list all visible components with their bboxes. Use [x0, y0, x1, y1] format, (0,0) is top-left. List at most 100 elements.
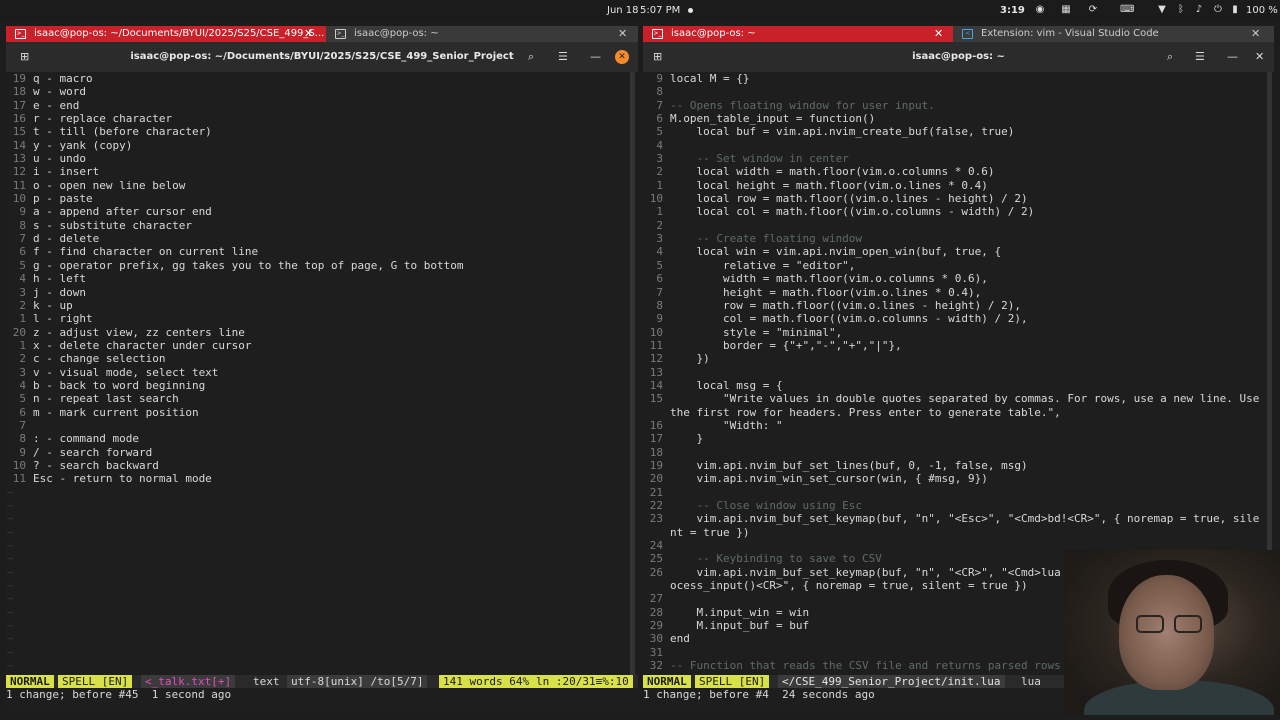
window-title: isaac@pop-os: ~	[912, 51, 1005, 62]
keyboard-icon[interactable]: ⌨	[1120, 4, 1134, 16]
code-line[interactable]: 12 i - insert	[6, 165, 638, 178]
code-line[interactable]: 4 local win = vim.api.nvim_open_win(buf,…	[643, 245, 1274, 258]
sync-icon[interactable]: ⟳	[1087, 4, 1099, 16]
code-line[interactable]: 3 -- Set window in center	[643, 152, 1274, 165]
code-line[interactable]: 7 d - delete	[6, 232, 638, 245]
code-line[interactable]: 9 a - append after cursor end	[6, 205, 638, 218]
code-line[interactable]: 13 u - undo	[6, 152, 638, 165]
code-line[interactable]: 15 t - till (before character)	[6, 125, 638, 138]
record-icon[interactable]: ◉	[1034, 4, 1046, 16]
code-line[interactable]: 2 c - change selection	[6, 352, 638, 365]
code-line[interactable]: 7 -- Opens floating window for user input…	[643, 99, 1274, 112]
code-line[interactable]: 20 z - adjust view, zz centers line	[6, 326, 638, 339]
line-number: 17	[649, 432, 663, 446]
code-line[interactable]: 6 M.open_table_input = function()	[643, 112, 1274, 125]
menu-icon[interactable]: ☰	[558, 50, 568, 63]
tab-senior-project[interactable]: >_ isaac@pop-os: ~/Documents/BYUI/2025/S…	[6, 26, 326, 42]
code-line[interactable]: 8 s - substitute character	[6, 219, 638, 232]
code-line[interactable]: 18 w - word	[6, 85, 638, 98]
close-window-icon[interactable]: ✕	[1255, 50, 1264, 63]
editor-buffer[interactable]: 19 q - macro 18 w - word 17 e - end 16 r - repl…	[6, 72, 638, 672]
code-line[interactable]: 8: - command mode	[6, 432, 638, 445]
code-line[interactable]: 17 }	[643, 432, 1274, 445]
code-line[interactable]: 1 x - delete character under cursor	[6, 339, 638, 352]
code-line[interactable]: 3 -- Create floating window	[643, 232, 1274, 245]
empty-line-marker: ~	[6, 606, 638, 619]
minimize-icon[interactable]: —	[1227, 50, 1238, 63]
line-number: 7	[19, 418, 26, 432]
code-line[interactable]: 2 local width = math.floor(vim.o.columns…	[643, 165, 1274, 178]
code-line[interactable]: 9 col = math.floor((vim.o.columns - widt…	[643, 312, 1274, 325]
code-line[interactable]: 7	[6, 419, 638, 432]
code-line[interactable]: 17 e - end	[6, 99, 638, 112]
code-line[interactable]: 19 q - macro	[6, 72, 638, 85]
code-line[interactable]: 13	[643, 366, 1274, 379]
code-line[interactable]: 5 g - operator prefix, gg takes you to th…	[6, 259, 638, 272]
code-line[interactable]: 7 height = math.floor(vim.o.lines * 0.4)…	[643, 286, 1274, 299]
code-line[interactable]: 10 p - paste	[6, 192, 638, 205]
code-line[interactable]: 12 })	[643, 352, 1274, 365]
code-line[interactable]: 3 v - visual mode, select text	[6, 366, 638, 379]
code-line[interactable]: 11 Esc - return to normal mode	[6, 472, 638, 485]
code-line[interactable]: 10 style = "minimal",	[643, 326, 1274, 339]
code-line[interactable]: 10 local row = math.floor((vim.o.lines -…	[643, 192, 1274, 205]
tilde-marker: ~	[7, 539, 14, 553]
code-line[interactable]: 4 h - left	[6, 272, 638, 285]
code-line[interactable]: 1 local col = math.floor((vim.o.columns …	[643, 205, 1274, 218]
power-icon[interactable]: ⏻	[1212, 4, 1224, 16]
code-line[interactable]: 11 o - open new line below	[6, 179, 638, 192]
display-icon[interactable]: ▦	[1060, 4, 1072, 16]
code-line[interactable]: 20 vim.api.nvim_win_set_cursor(win, { #m…	[643, 472, 1274, 485]
wifi-icon[interactable]: ▼	[1156, 4, 1168, 16]
battery-icon[interactable]: ▮	[1229, 4, 1241, 16]
close-icon[interactable]: ✕	[1251, 26, 1260, 42]
code-line[interactable]: 4	[643, 139, 1274, 152]
code-line[interactable]: 16 "Width: "	[643, 419, 1274, 432]
code-line[interactable]: 5 relative = "editor",	[643, 259, 1274, 272]
code-line[interactable]: 19 vim.api.nvim_buf_set_lines(buf, 0, -1…	[643, 459, 1274, 472]
code-line[interactable]: 10 ? - search backward	[6, 459, 638, 472]
code-line[interactable]: 5 local buf = vim.api.nvim_create_buf(fa…	[643, 125, 1274, 138]
code-line[interactable]: 6 f - find character on current line	[6, 245, 638, 258]
code-line[interactable]: 6 m - mark current position	[6, 406, 638, 419]
code-line[interactable]: 2	[643, 219, 1274, 232]
tab-home[interactable]: >_ isaac@pop-os: ~ ✕	[643, 26, 953, 42]
code-line[interactable]: 2 k - up	[6, 299, 638, 312]
code-line[interactable]: 21	[643, 486, 1274, 499]
code-line[interactable]: nt = true })	[643, 526, 1274, 539]
close-icon[interactable]: ✕	[618, 26, 627, 42]
scrollbar[interactable]	[630, 72, 635, 676]
close-window-icon[interactable]: ✕	[615, 50, 629, 64]
code-line[interactable]: 22 -- Close window using Esc	[643, 499, 1274, 512]
code-line[interactable]: 23 vim.api.nvim_buf_set_keymap(buf, "n",…	[643, 512, 1274, 525]
close-icon[interactable]: ✕	[934, 26, 943, 42]
code-line[interactable]: the first row for headers. Press enter t…	[643, 406, 1274, 419]
tab-vscode-vim[interactable]: ≺ Extension: vim - Visual Studio Code ✕	[953, 26, 1274, 42]
code-line[interactable]: 18	[643, 446, 1274, 459]
code-line[interactable]: 11 border = {"+","-","+","|"},	[643, 339, 1274, 352]
code-line[interactable]: 8 row = math.floor((vim.o.lines - height…	[643, 299, 1274, 312]
code-line[interactable]: 3 j - down	[6, 286, 638, 299]
code-line[interactable]: 1 local height = math.floor(vim.o.lines …	[643, 179, 1274, 192]
code-line[interactable]: 5 n - repeat last search	[6, 392, 638, 405]
search-icon[interactable]: ⌕	[528, 50, 534, 64]
code-line[interactable]: 1 l - right	[6, 312, 638, 325]
minimize-icon[interactable]: —	[590, 50, 601, 63]
code-line[interactable]: 6 width = math.floor(vim.o.columns * 0.6…	[643, 272, 1274, 285]
code-line[interactable]: 4 b - back to word beginning	[6, 379, 638, 392]
menu-icon[interactable]: ☰	[1195, 50, 1205, 63]
close-icon[interactable]: ✕	[304, 26, 313, 42]
bluetooth-icon[interactable]: ᛒ	[1175, 4, 1187, 16]
code-line[interactable]: 14 y - yank (copy)	[6, 139, 638, 152]
code-line[interactable]: 14 local msg = {	[643, 379, 1274, 392]
search-icon[interactable]: ⌕	[1167, 50, 1173, 64]
code-line[interactable]: 9 / - search forward	[6, 446, 638, 459]
code-line[interactable]: 8	[643, 85, 1274, 98]
tab-home[interactable]: >_ isaac@pop-os: ~ ✕	[326, 26, 638, 42]
code-line[interactable]: 16 r - replace character	[6, 112, 638, 125]
line-text: row = math.floor((vim.o.lines - height) …	[670, 298, 1021, 312]
volume-icon[interactable]: ♪	[1193, 4, 1205, 16]
code-line[interactable]: 9 local M = {}	[643, 72, 1274, 85]
code-line[interactable]: 15 "Write values in double quotes separa…	[643, 392, 1274, 405]
system-top-bar: Jun 18 5:07 PM 3:19 ◉ ▦ ⟳ ⌨ ▼ ᛒ ♪ ⏻ ▮ 10…	[0, 0, 1280, 22]
